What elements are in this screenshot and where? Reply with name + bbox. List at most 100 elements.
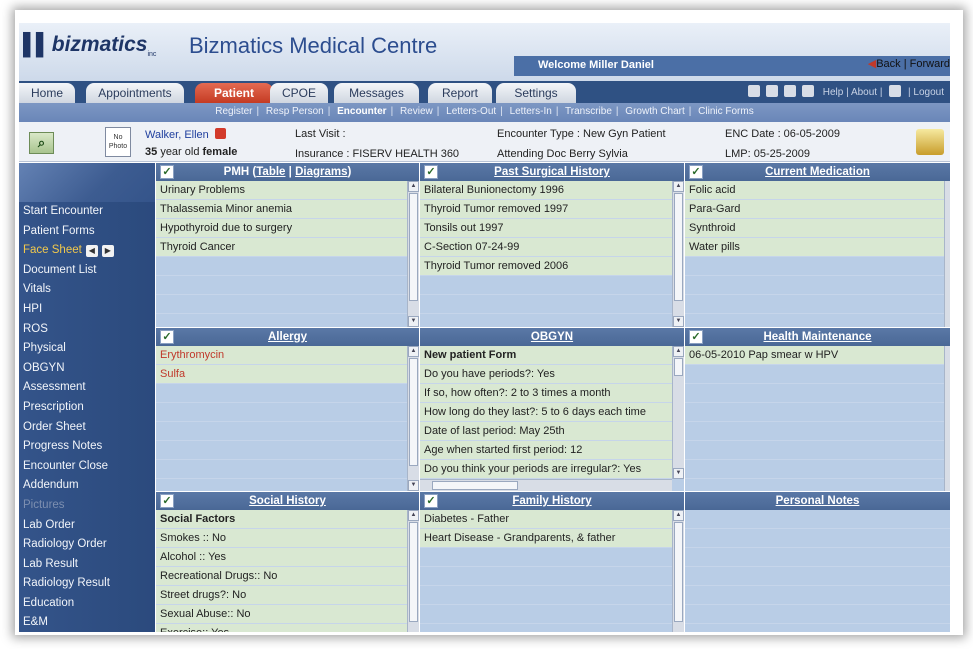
- list-item[interactable]: Diabetes - Father: [420, 510, 684, 529]
- list-item[interactable]: Heart Disease - Grandparents, & father: [420, 529, 684, 548]
- tab-messages[interactable]: Messages: [334, 83, 419, 103]
- list-item[interactable]: Social Factors: [156, 510, 419, 529]
- help-link[interactable]: Help: [823, 87, 844, 98]
- medication-checkbox[interactable]: ✓: [689, 165, 703, 179]
- tab-patient[interactable]: Patient: [195, 83, 273, 103]
- list-item[interactable]: Hypothyroid due to surgery: [156, 219, 419, 238]
- list-item[interactable]: Street drugs?: No: [156, 586, 419, 605]
- list-item[interactable]: Urinary Problems: [156, 181, 419, 200]
- list-item[interactable]: Folic acid: [685, 181, 950, 200]
- list-item[interactable]: How long do they last?: 5 to 6 days each…: [420, 403, 684, 422]
- pmh-scrollbar[interactable]: ▲ ▼: [407, 181, 419, 327]
- surgical-history-scrollbar[interactable]: ▲ ▼: [672, 181, 684, 327]
- social-history-title[interactable]: Social History: [249, 495, 326, 507]
- list-item[interactable]: Tonsils out 1997: [420, 219, 684, 238]
- list-item[interactable]: Thyroid Cancer: [156, 238, 419, 257]
- list-item[interactable]: Thalassemia Minor anemia: [156, 200, 419, 219]
- patient-card-icon[interactable]: [916, 129, 944, 155]
- personal-notes-title[interactable]: Personal Notes: [776, 495, 860, 507]
- sidebar-item-hpi[interactable]: HPI: [19, 300, 155, 320]
- sidebar-item-patient-forms[interactable]: Patient Forms: [19, 222, 155, 242]
- prev-arrow-icon[interactable]: ◀: [85, 245, 98, 258]
- lock-icon[interactable]: [889, 85, 902, 97]
- next-arrow-icon[interactable]: ▶: [101, 245, 114, 258]
- tab-settings[interactable]: Settings: [496, 83, 576, 103]
- list-item[interactable]: If so, how often?: 2 to 3 times a month: [420, 384, 684, 403]
- subnav-encounter[interactable]: Encounter: [337, 106, 386, 117]
- list-item[interactable]: C-Section 07-24-99: [420, 238, 684, 257]
- allergy-scrollbar[interactable]: ▲ ▼: [407, 346, 419, 491]
- sidebar-item-lab-order[interactable]: Lab Order: [19, 516, 155, 536]
- back-forward-nav[interactable]: ◀Back | Forward: [868, 57, 950, 70]
- sidebar-item-document-list[interactable]: Document List: [19, 261, 155, 281]
- subnav-clinic-forms[interactable]: Clinic Forms: [698, 106, 754, 117]
- list-item[interactable]: Alcohol :: Yes: [156, 548, 419, 567]
- subnav-register[interactable]: Register: [215, 106, 252, 117]
- tab-appointments[interactable]: Appointments: [86, 83, 184, 103]
- sidebar-item-lab-result[interactable]: Lab Result: [19, 555, 155, 575]
- family-history-title[interactable]: Family History: [512, 495, 591, 507]
- list-item[interactable]: Para-Gard: [685, 200, 950, 219]
- list-item[interactable]: Age when started first period: 12: [420, 441, 684, 460]
- sidebar-item-radiology-result[interactable]: Radiology Result: [19, 574, 155, 594]
- subnav-resp-person[interactable]: Resp Person: [266, 106, 324, 117]
- list-item[interactable]: Sulfa: [156, 365, 419, 384]
- social-history-checkbox[interactable]: ✓: [160, 494, 174, 508]
- sidebar-item-encounter-close[interactable]: Encounter Close: [19, 457, 155, 477]
- medication-title[interactable]: Current Medication: [765, 166, 870, 178]
- sidebar-item-order-sheet[interactable]: Order Sheet: [19, 418, 155, 438]
- binoculars-search-icon[interactable]: ⌕: [29, 132, 54, 154]
- list-item[interactable]: 06-05-2010 Pap smear w HPV: [685, 346, 950, 365]
- health-maintenance-title[interactable]: Health Maintenance: [764, 331, 872, 343]
- subnav-transcribe[interactable]: Transcribe: [565, 106, 612, 117]
- list-item[interactable]: Exercise:: Yes: [156, 624, 419, 632]
- list-item[interactable]: Thyroid Tumor removed 2006: [420, 257, 684, 276]
- list-item[interactable]: Do you think your periods are irregular?…: [420, 460, 684, 479]
- health-maintenance-scrollbar[interactable]: [944, 346, 950, 491]
- list-item[interactable]: Sexual Abuse:: No: [156, 605, 419, 624]
- sidebar-item-ros[interactable]: ROS: [19, 320, 155, 340]
- list-item[interactable]: Thyroid Tumor removed 1997: [420, 200, 684, 219]
- allergy-title[interactable]: Allergy: [268, 331, 307, 343]
- list-item[interactable]: Recreational Drugs:: No: [156, 567, 419, 586]
- phone-icon[interactable]: [801, 85, 814, 97]
- alert-flag-icon[interactable]: [214, 128, 226, 139]
- sidebar-item-obgyn[interactable]: OBGYN: [19, 359, 155, 379]
- tab-report[interactable]: Report: [428, 83, 492, 103]
- subnav-letters-out[interactable]: Letters-Out: [446, 106, 496, 117]
- home-icon[interactable]: [747, 85, 760, 97]
- social-history-scrollbar[interactable]: ▲: [407, 510, 419, 632]
- pmh-diagrams-link[interactable]: Diagrams: [295, 166, 347, 178]
- list-item[interactable]: Do you have periods?: Yes: [420, 365, 684, 384]
- sidebar-item-radiology-order[interactable]: Radiology Order: [19, 535, 155, 555]
- family-history-scrollbar[interactable]: ▲: [672, 510, 684, 632]
- list-item[interactable]: New patient Form: [420, 346, 684, 365]
- list-item[interactable]: Erythromycin: [156, 346, 419, 365]
- medication-scrollbar[interactable]: [944, 181, 950, 327]
- logout-link[interactable]: Logout: [913, 87, 944, 98]
- surgical-history-checkbox[interactable]: ✓: [424, 165, 438, 179]
- health-maintenance-checkbox[interactable]: ✓: [689, 330, 703, 344]
- sidebar-item-vitals[interactable]: Vitals: [19, 280, 155, 300]
- subnav-review[interactable]: Review: [400, 106, 433, 117]
- sidebar-item-addendum[interactable]: Addendum: [19, 476, 155, 496]
- sidebar-item-em[interactable]: E&M: [19, 613, 155, 632]
- obgyn-horizontal-scrollbar[interactable]: [420, 479, 672, 491]
- obgyn-vertical-scrollbar[interactable]: ▲ ▼: [672, 346, 684, 479]
- sidebar-item-prescription[interactable]: Prescription: [19, 398, 155, 418]
- list-item[interactable]: Date of last period: May 25th: [420, 422, 684, 441]
- users-icon[interactable]: [765, 85, 778, 97]
- calendar-icon[interactable]: [783, 85, 796, 97]
- sidebar-item-education[interactable]: Education: [19, 594, 155, 614]
- list-item[interactable]: Smokes :: No: [156, 529, 419, 548]
- sidebar-item-progress-notes[interactable]: Progress Notes: [19, 437, 155, 457]
- about-link[interactable]: About: [851, 87, 877, 98]
- list-item[interactable]: Bilateral Bunionectomy 1996: [420, 181, 684, 200]
- sidebar-item-assessment[interactable]: Assessment: [19, 378, 155, 398]
- pmh-table-link[interactable]: Table: [256, 166, 285, 178]
- patient-name-link[interactable]: Walker, Ellen: [145, 128, 226, 141]
- family-history-checkbox[interactable]: ✓: [424, 494, 438, 508]
- pmh-checkbox[interactable]: ✓: [160, 165, 174, 179]
- subnav-letters-in[interactable]: Letters-In: [510, 106, 552, 117]
- list-item[interactable]: Synthroid: [685, 219, 950, 238]
